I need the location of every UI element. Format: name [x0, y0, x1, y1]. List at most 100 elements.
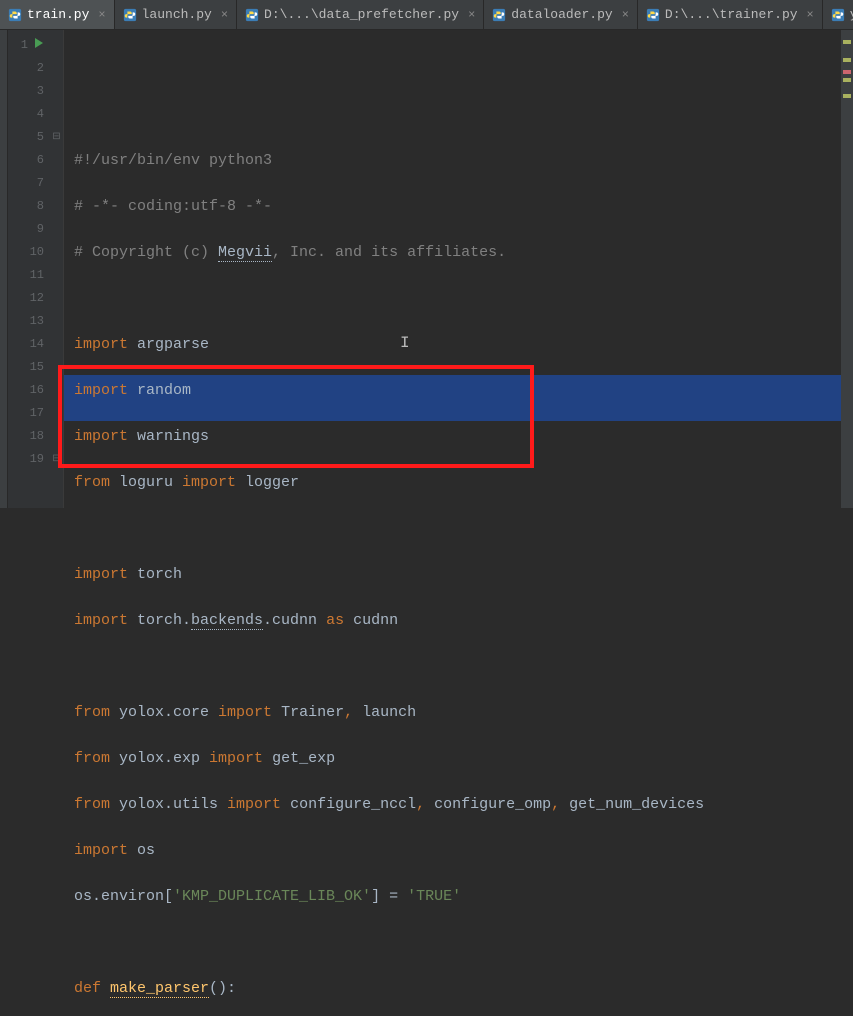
python-file-icon	[831, 8, 845, 22]
line-number: 11	[30, 264, 44, 287]
code-text: # -*- coding:utf-8 -*-	[74, 198, 272, 215]
code-text: import	[74, 336, 128, 353]
line-number: 19	[30, 448, 44, 471]
tab-label: D:\...\data_prefetcher.py	[264, 7, 459, 22]
tab-train[interactable]: train.py ×	[0, 0, 115, 29]
code-text: yolox.exp	[110, 750, 209, 767]
code-text: os.environ[	[74, 888, 173, 905]
code-text: from	[74, 796, 110, 813]
line-number-gutter[interactable]: 1 2 3 4 5 6 7 8 9 10 11 12 13 14 15 16 1…	[8, 30, 50, 508]
editor-area: 1 2 3 4 5 6 7 8 9 10 11 12 13 14 15 16 1…	[0, 30, 853, 508]
code-text: import	[209, 750, 263, 767]
code-text: get_exp	[263, 750, 335, 767]
left-edge-strip	[0, 30, 8, 508]
code-text: import	[182, 474, 236, 491]
tab-trainer[interactable]: D:\...\trainer.py ×	[638, 0, 823, 29]
code-text: def	[74, 980, 110, 997]
tab-label: dataloader.py	[511, 7, 612, 22]
code-text: as	[326, 612, 344, 629]
tab-launch[interactable]: launch.py ×	[115, 0, 237, 29]
tab-label: train.py	[27, 7, 89, 22]
code-text: .cudnn	[263, 612, 326, 629]
fold-marker-icon[interactable]: ⊟	[50, 126, 63, 149]
code-text: from	[74, 750, 110, 767]
code-text: cudnn	[344, 612, 398, 629]
code-text: #!/usr/bin/env python3	[74, 152, 272, 169]
fold-gutter[interactable]: ⊟ ⊟	[50, 30, 64, 508]
line-number: 4	[37, 103, 44, 126]
python-file-icon	[646, 8, 660, 22]
code-text: os	[128, 842, 155, 859]
code-text: # Copyright (c)	[74, 244, 218, 261]
scroll-marker	[843, 94, 851, 98]
close-icon[interactable]: ×	[468, 8, 475, 22]
tab-label: launch.py	[142, 7, 212, 22]
code-text: logger	[236, 474, 299, 491]
code-text: import	[74, 382, 128, 399]
code-text: launch	[362, 704, 416, 721]
python-file-icon	[492, 8, 506, 22]
tab-dataloader[interactable]: dataloader.py ×	[484, 0, 638, 29]
code-text: import	[74, 428, 128, 445]
code-text: import	[218, 704, 272, 721]
python-file-icon	[245, 8, 259, 22]
line-number: 18	[30, 425, 44, 448]
code-text: yolox.utils	[110, 796, 227, 813]
code-text: import	[74, 612, 128, 629]
line-number: 13	[30, 310, 44, 333]
tab-bar: train.py × launch.py × D:\...\data_prefe…	[0, 0, 853, 30]
code-text: get_num_devices	[569, 796, 704, 813]
python-file-icon	[123, 8, 137, 22]
code-text: import	[74, 566, 128, 583]
text-cursor-icon: I	[400, 332, 410, 355]
code-text: configure_omp	[434, 796, 551, 813]
code-text: yolox.core	[110, 704, 218, 721]
line-number: 9	[37, 218, 44, 241]
code-text: , Inc. and its affiliates.	[272, 244, 506, 261]
code-text: Megvii	[218, 244, 272, 262]
code-text: ] =	[371, 888, 407, 905]
code-text: loguru	[110, 474, 182, 491]
code-text: backends	[191, 612, 263, 630]
tab-prefetcher[interactable]: D:\...\data_prefetcher.py ×	[237, 0, 484, 29]
line-number: 10	[30, 241, 44, 264]
line-number: 17	[30, 402, 44, 425]
line-number: 15	[30, 356, 44, 379]
code-text: ,	[551, 796, 569, 813]
tab-label: D:\...\trainer.py	[665, 7, 798, 22]
code-text: import	[227, 796, 281, 813]
line-number: 5	[37, 126, 44, 149]
code-text: argparse	[128, 336, 209, 353]
close-icon[interactable]: ×	[98, 8, 105, 22]
code-text: 'TRUE'	[407, 888, 461, 905]
tab-yolox-voc[interactable]: yolox_voc_s.py ×	[823, 0, 853, 29]
code-text: from	[74, 474, 110, 491]
line-number: 6	[37, 149, 44, 172]
code-text: configure_nccl	[281, 796, 416, 813]
code-text: make_parser	[110, 980, 209, 998]
line-number: 3	[37, 80, 44, 103]
code-text: ():	[209, 980, 236, 997]
close-icon[interactable]: ×	[221, 8, 228, 22]
fold-marker-icon[interactable]: ⊟	[50, 448, 63, 471]
line-number: 1	[21, 34, 28, 57]
code-text: from	[74, 704, 110, 721]
close-icon[interactable]: ×	[807, 8, 814, 22]
code-text: random	[128, 382, 191, 399]
code-text: ,	[416, 796, 434, 813]
run-icon[interactable]	[34, 34, 44, 57]
code-text: torch	[128, 566, 182, 583]
line-number: 14	[30, 333, 44, 356]
code-text: 'KMP_DUPLICATE_LIB_OK'	[173, 888, 371, 905]
line-number: 12	[30, 287, 44, 310]
close-icon[interactable]: ×	[622, 8, 629, 22]
python-file-icon	[8, 8, 22, 22]
code-area[interactable]: #!/usr/bin/env python3 # -*- coding:utf-…	[64, 30, 853, 508]
code-text: ,	[344, 704, 362, 721]
scroll-marker	[843, 40, 851, 44]
line-number: 8	[37, 195, 44, 218]
line-number: 16	[30, 379, 44, 402]
code-text: import	[74, 842, 128, 859]
scroll-marker	[843, 58, 851, 62]
line-number: 7	[37, 172, 44, 195]
